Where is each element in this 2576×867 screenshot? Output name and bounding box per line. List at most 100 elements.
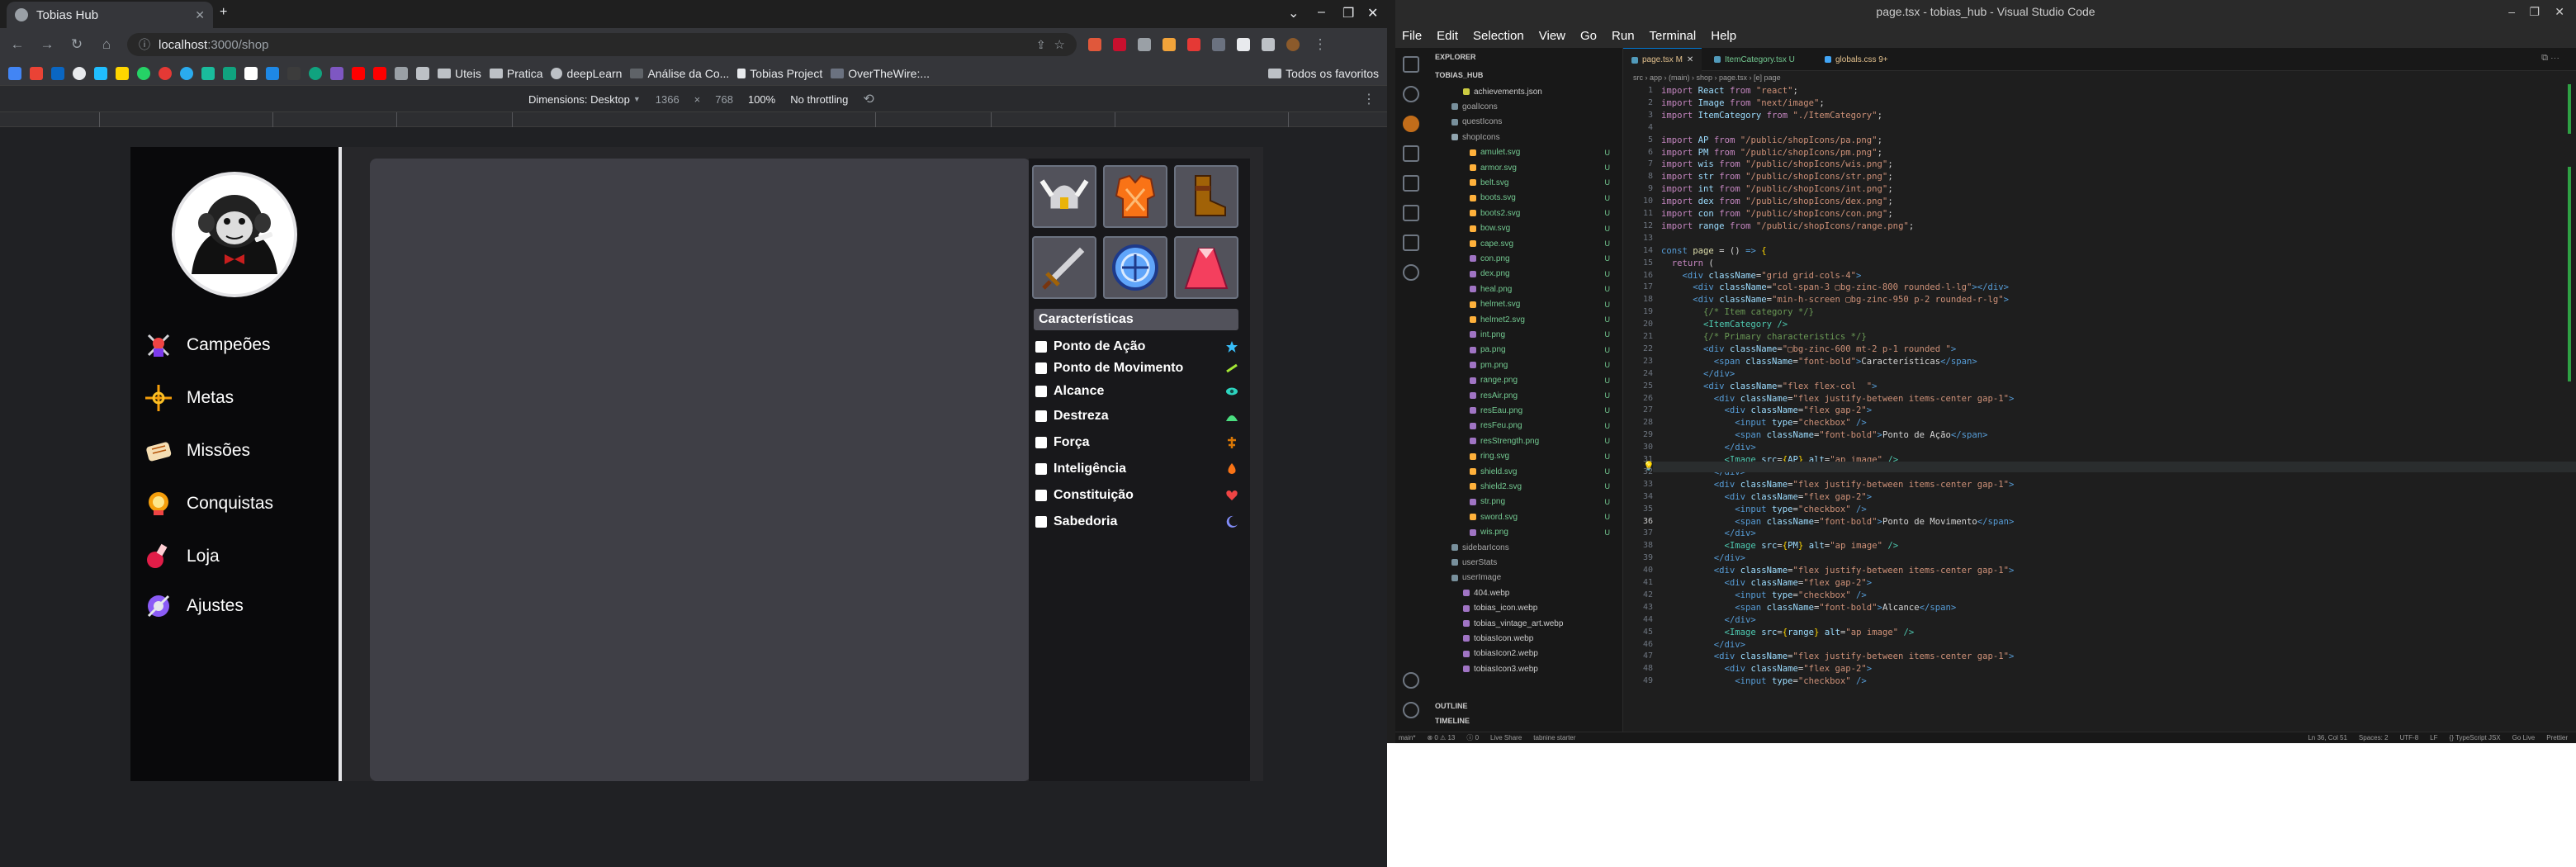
code-line[interactable]: <div className="grid grid-cols-4"> (1661, 271, 1862, 281)
nav-campeoes[interactable]: Campeões (144, 330, 271, 360)
breadcrumb[interactable]: src › app › (main) › shop › page.tsx › [… (1623, 71, 2576, 84)
code-line[interactable]: <div className="flex justify-between ite… (1661, 394, 2015, 404)
forward-icon[interactable]: → (38, 36, 56, 53)
code-line[interactable]: <div className="flex justify-between ite… (1661, 566, 2015, 576)
code-line[interactable]: <div className="flex gap-2"> (1661, 664, 1873, 674)
slot-cape[interactable] (1174, 236, 1238, 299)
address-bar[interactable]: ⓘ localhost:3000/shop ⇪ ☆ (127, 33, 1077, 56)
code-line[interactable]: <input type="checkbox" /> (1661, 418, 1867, 428)
nav-metas[interactable]: Metas (144, 383, 234, 413)
characteristic-checkbox[interactable] (1035, 362, 1047, 374)
browser-tab[interactable]: Tobias Hub ✕ (7, 2, 213, 28)
code-line[interactable]: {/* Item category */} (1661, 307, 1814, 317)
code-line[interactable]: <ItemCategory /> (1661, 320, 1788, 329)
height-input[interactable]: 768 (715, 93, 733, 106)
file-item[interactable]: pm.png U (1427, 358, 1623, 372)
live-share-icon[interactable] (1403, 235, 1419, 251)
home-icon[interactable]: ⌂ (97, 36, 116, 53)
code-line[interactable]: import PM from "/public/shopIcons/pm.png… (1661, 148, 1882, 158)
dimensions-select[interactable]: Dimensions: Desktop (528, 93, 630, 106)
bookmark-overthewire[interactable]: OverTheWire:... (831, 67, 930, 80)
code-line[interactable]: const page = () => { (1661, 246, 1767, 256)
file-item[interactable]: achievements.json (1427, 84, 1623, 99)
characteristic-checkbox[interactable] (1035, 341, 1047, 353)
close-window-icon[interactable]: ✕ (1367, 5, 1378, 21)
file-item[interactable]: resAir.png U (1427, 388, 1623, 403)
code-editor[interactable]: 1 import React from "react"; 2 import Image… (1623, 84, 2576, 732)
file-item[interactable]: helmet2.svg U (1427, 312, 1623, 327)
bookmark-icon[interactable] (201, 66, 215, 80)
minimize-icon[interactable]: – (1318, 5, 1325, 20)
slot-boots[interactable] (1174, 165, 1238, 228)
code-line[interactable]: <div className="flex gap-2"> (1661, 492, 1873, 502)
gmail-icon[interactable] (30, 66, 43, 80)
file-item[interactable]: wis.png U (1427, 525, 1623, 540)
characteristic-checkbox[interactable] (1035, 463, 1047, 475)
folder-item[interactable]: sidebarIcons (1427, 540, 1623, 555)
maximize-icon[interactable]: ❐ (2529, 5, 2540, 19)
go-live[interactable]: Go Live (2512, 734, 2536, 741)
code-line[interactable]: <div className="▢bg-zinc-600 mt-2 p-1 ro… (1661, 344, 1956, 354)
code-line[interactable]: return ( (1661, 258, 1714, 268)
lightbulb-icon[interactable]: 💡 (1643, 461, 1655, 471)
slot-shield[interactable] (1103, 236, 1167, 299)
nav-ajustes[interactable]: Ajustes (144, 591, 244, 621)
menu-view[interactable]: View (1539, 29, 1565, 43)
menu-terminal[interactable]: Terminal (1650, 29, 1697, 43)
code-line[interactable]: </div> (1661, 369, 1735, 379)
file-item[interactable]: tobiasIcon.webp (1427, 631, 1623, 646)
bookmark-icon[interactable] (8, 66, 21, 80)
editor-actions-icon[interactable]: ⧉ ⋯ (2541, 53, 2559, 64)
file-item[interactable]: dex.png U (1427, 267, 1623, 282)
file-item[interactable]: helmet.svg U (1427, 297, 1623, 312)
reload-icon[interactable]: ↻ (68, 36, 86, 53)
code-line[interactable]: <input type="checkbox" /> (1661, 590, 1867, 600)
whatsapp-icon[interactable] (137, 66, 150, 80)
devtools-menu-icon[interactable]: ⋮ (1362, 91, 1376, 107)
telegram-icon[interactable] (180, 66, 193, 80)
bookmark-icon[interactable] (395, 66, 408, 80)
extension-icon[interactable] (1138, 38, 1151, 51)
problems-status[interactable]: ⊗ 0 ⚠ 13 (1427, 734, 1455, 741)
tab-page-tsx[interactable]: page.tsx M ✕ (1623, 48, 1702, 71)
code-line[interactable]: import con from "/public/shopIcons/con.p… (1661, 209, 1893, 219)
puzzle-icon[interactable] (1237, 38, 1250, 51)
file-item[interactable]: amulet.svg U (1427, 145, 1623, 160)
code-line[interactable]: </div> (1661, 640, 1745, 650)
live-share-status[interactable]: Live Share (1490, 734, 1522, 741)
file-item[interactable]: heal.png U (1427, 282, 1623, 296)
bookmark-tobias-project[interactable]: Tobias Project (737, 67, 822, 80)
code-line[interactable]: <div className="col-span-3 ▢bg-zinc-800 … (1661, 282, 2009, 292)
code-line[interactable]: {/* Primary characteristics */} (1661, 332, 1867, 342)
code-line[interactable]: import Image from "next/image"; (1661, 98, 1825, 108)
bookmark-icon[interactable] (223, 66, 236, 80)
nav-missoes[interactable]: Missões (144, 436, 250, 466)
code-line[interactable]: import AP from "/public/shopIcons/pa.png… (1661, 135, 1882, 145)
kaggle-icon[interactable] (94, 66, 107, 80)
code-line[interactable]: import ItemCategory from "./ItemCategory… (1661, 111, 1882, 121)
characteristic-checkbox[interactable] (1035, 490, 1047, 501)
code-line[interactable]: </div> (1661, 553, 1745, 563)
code-line[interactable]: <div className="flex flex-col "> (1661, 381, 1878, 391)
bookmark-deeplearn[interactable]: deepLearn (551, 67, 622, 80)
code-line[interactable]: <span className="font-bold">Ponto de Mov… (1661, 517, 2014, 527)
file-item[interactable]: armor.svg U (1427, 160, 1623, 175)
code-line[interactable]: <div className="flex justify-between ite… (1661, 651, 2015, 661)
folder-item[interactable]: questIcons (1427, 115, 1623, 130)
extension-icon[interactable] (1163, 38, 1176, 51)
file-item[interactable]: boots2.svg U (1427, 206, 1623, 220)
tab-itemcategory[interactable]: ItemCategory.tsx U (1706, 48, 1803, 71)
maximize-icon[interactable]: ❐ (1342, 5, 1354, 21)
characteristic-checkbox[interactable] (1035, 386, 1047, 397)
bookmark-icon[interactable] (309, 66, 322, 80)
branch-status[interactable]: main* (1399, 734, 1415, 741)
settings-gear-icon[interactable] (1403, 702, 1419, 718)
code-line[interactable]: <span className="font-bold">Característi… (1661, 357, 1977, 367)
code-line[interactable]: import wis from "/public/shopIcons/wis.p… (1661, 159, 1893, 169)
encoding[interactable]: UTF-8 (2400, 734, 2419, 741)
tabnine-icon[interactable] (1403, 264, 1419, 281)
file-item[interactable]: 404.webp (1427, 585, 1623, 600)
linkedin-icon[interactable] (51, 66, 64, 80)
close-window-icon[interactable]: ✕ (2555, 5, 2564, 19)
tobias-logo[interactable] (172, 172, 297, 297)
